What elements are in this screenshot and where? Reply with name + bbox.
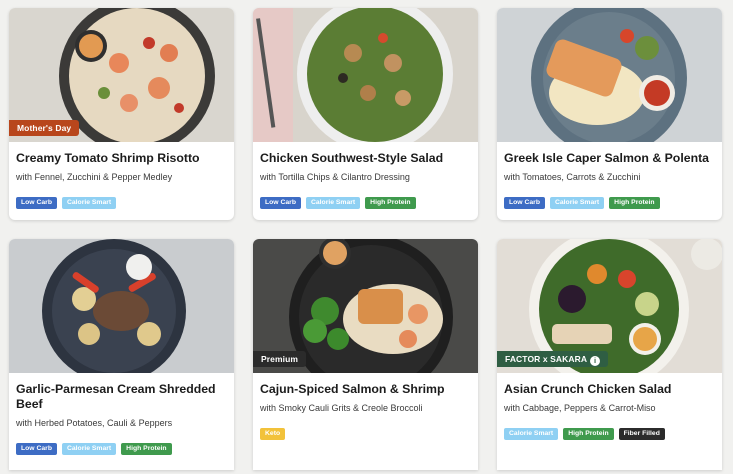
tag-high-protein: High Protein bbox=[609, 197, 660, 209]
meal-image[interactable] bbox=[253, 8, 478, 142]
mothers-day-flag: Mother's Day bbox=[9, 120, 80, 136]
meal-card-garlic-parmesan-shredded-beef[interactable]: Garlic-Parmesan Cream Shredded Beef with… bbox=[9, 239, 234, 470]
meal-card-chicken-southwest-salad[interactable]: Chicken Southwest-Style Salad with Torti… bbox=[253, 8, 478, 220]
shredded-beef-photo bbox=[9, 239, 234, 373]
diet-tags: Calorie Smart High Protein Fiber Filled bbox=[504, 428, 665, 440]
meal-subtitle: with Smoky Cauli Grits & Creole Broccoli bbox=[260, 403, 423, 413]
tag-high-protein: High Protein bbox=[121, 443, 172, 455]
meal-card-asian-crunch-chicken-salad[interactable]: FACTOR x SAKARA i Asian Crunch Chicken Sa… bbox=[497, 239, 722, 470]
factor-sakara-flag: FACTOR x SAKARA i bbox=[497, 351, 609, 367]
diet-tags: Low Carb Calorie Smart High Protein bbox=[504, 197, 660, 209]
meal-title[interactable]: Chicken Southwest-Style Salad bbox=[260, 151, 471, 166]
meal-image[interactable] bbox=[497, 8, 722, 142]
tag-high-protein: High Protein bbox=[563, 428, 614, 440]
meal-card-greek-isle-caper-salmon[interactable]: Greek Isle Caper Salmon & Polenta with T… bbox=[497, 8, 722, 220]
meal-image[interactable]: Mother's Day bbox=[9, 8, 234, 142]
tag-high-protein: High Protein bbox=[365, 197, 416, 209]
tag-low-carb: Low Carb bbox=[260, 197, 301, 209]
info-icon[interactable]: i bbox=[590, 356, 601, 366]
diet-tags: Low Carb Calorie Smart bbox=[16, 197, 117, 209]
meal-grid: Mother's Day Creamy Tomato Shrimp Risott… bbox=[9, 8, 722, 470]
tag-calorie-smart: Calorie Smart bbox=[504, 428, 559, 440]
meal-subtitle: with Fennel, Zucchini & Pepper Medley bbox=[16, 172, 173, 182]
meal-card-creamy-tomato-shrimp-risotto[interactable]: Mother's Day Creamy Tomato Shrimp Risott… bbox=[9, 8, 234, 220]
tag-calorie-smart: Calorie Smart bbox=[61, 443, 117, 455]
factor-sakara-label: FACTOR x SAKARA bbox=[505, 354, 588, 364]
diet-tags: Low Carb Calorie Smart High Protein bbox=[260, 197, 416, 209]
meal-card-cajun-spiced-salmon-shrimp[interactable]: Premium Cajun-Spiced Salmon & Shrimp wit… bbox=[253, 239, 478, 470]
tag-fiber-filled: Fiber Filled bbox=[618, 428, 665, 440]
tag-calorie-smart: Calorie Smart bbox=[305, 197, 361, 209]
meal-subtitle: with Tomatoes, Carrots & Zucchini bbox=[504, 172, 641, 182]
meal-subtitle: with Cabbage, Peppers & Carrot-Miso bbox=[504, 403, 656, 413]
meal-subtitle: with Tortilla Chips & Cilantro Dressing bbox=[260, 172, 410, 182]
meal-image[interactable] bbox=[9, 239, 234, 373]
salmon-polenta-photo bbox=[497, 8, 722, 142]
meal-title[interactable]: Asian Crunch Chicken Salad bbox=[504, 382, 715, 397]
diet-tags: Low Carb Calorie Smart High Protein bbox=[16, 443, 172, 455]
meal-title[interactable]: Creamy Tomato Shrimp Risotto bbox=[16, 151, 227, 166]
meal-image[interactable]: Premium bbox=[253, 239, 478, 373]
diet-tags: Keto bbox=[260, 428, 286, 440]
tag-keto: Keto bbox=[260, 428, 286, 440]
tag-calorie-smart: Calorie Smart bbox=[61, 197, 117, 209]
premium-flag: Premium bbox=[253, 351, 307, 367]
meal-title[interactable]: Greek Isle Caper Salmon & Polenta bbox=[504, 151, 715, 166]
tag-calorie-smart: Calorie Smart bbox=[549, 197, 605, 209]
meal-image[interactable]: FACTOR x SAKARA i bbox=[497, 239, 722, 373]
tag-low-carb: Low Carb bbox=[16, 197, 57, 209]
tag-low-carb: Low Carb bbox=[504, 197, 545, 209]
meal-title[interactable]: Garlic-Parmesan Cream Shredded Beef bbox=[16, 382, 227, 412]
tag-low-carb: Low Carb bbox=[16, 443, 57, 455]
meal-title[interactable]: Cajun-Spiced Salmon & Shrimp bbox=[260, 382, 471, 397]
southwest-salad-photo bbox=[253, 8, 478, 142]
meal-subtitle: with Herbed Potatoes, Cauli & Peppers bbox=[16, 418, 173, 428]
